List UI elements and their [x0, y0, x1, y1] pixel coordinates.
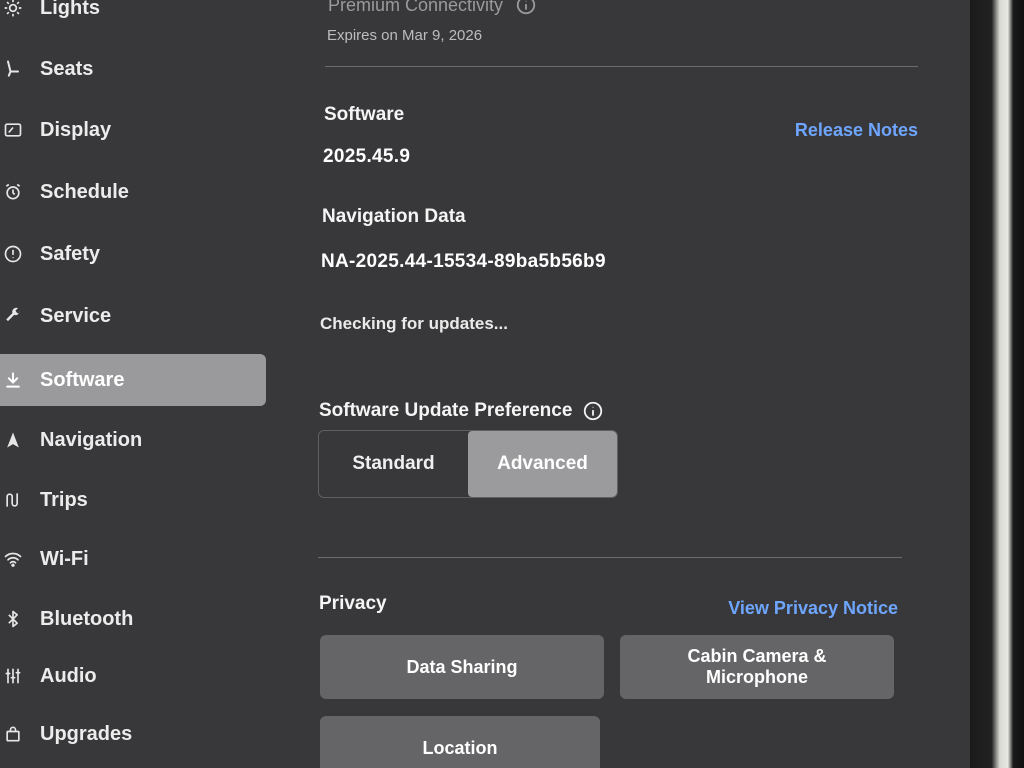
update-status: Checking for updates...: [320, 314, 508, 333]
sidebar-item-label: Lights: [40, 0, 100, 19]
download-icon: [2, 369, 24, 391]
sidebar-item-wifi[interactable]: Wi-Fi: [0, 533, 266, 585]
sidebar-item-label: Audio: [40, 664, 97, 687]
connectivity-expiry: Expires on Mar 9, 2026: [327, 27, 483, 44]
sidebar-item-seats[interactable]: Seats: [0, 43, 266, 95]
sidebar-item-upgrades[interactable]: Upgrades: [0, 708, 266, 760]
sidebar-item-label: Seats: [40, 57, 94, 80]
sidebar-item-safety[interactable]: Safety: [0, 228, 266, 280]
navigation-data-heading: Navigation Data: [322, 206, 466, 227]
sidebar-item-schedule[interactable]: Schedule: [0, 166, 266, 218]
location-button[interactable]: Location: [320, 716, 600, 768]
sidebar-item-audio[interactable]: Audio: [0, 650, 266, 702]
software-version: 2025.45.9: [323, 146, 411, 167]
sidebar-item-display[interactable]: Display: [0, 104, 266, 156]
sidebar-item-service[interactable]: Service: [0, 290, 266, 342]
view-privacy-notice-link[interactable]: View Privacy Notice: [728, 598, 898, 619]
alert-circle-icon: [2, 243, 24, 265]
sidebar-item-label: Software: [40, 368, 125, 391]
software-panel: Premium Connectivity Expires on Mar 9, 2…: [318, 0, 918, 768]
advanced-option[interactable]: Advanced: [468, 431, 617, 497]
sidebar-item-software[interactable]: Software: [0, 354, 266, 406]
info-icon[interactable]: [582, 400, 604, 422]
release-notes-link[interactable]: Release Notes: [795, 120, 918, 141]
shopping-bag-icon: [2, 723, 24, 745]
standard-option[interactable]: Standard: [319, 431, 468, 497]
wifi-icon: [2, 548, 24, 570]
data-sharing-button[interactable]: Data Sharing: [320, 635, 604, 699]
update-preference-header: Software Update Preference: [319, 400, 604, 422]
sidebar-item-bluetooth[interactable]: Bluetooth: [0, 593, 266, 645]
bluetooth-icon: [2, 608, 24, 630]
sidebar-item-trips[interactable]: Trips: [0, 474, 266, 526]
sidebar-item-label: Upgrades: [40, 722, 133, 745]
trips-icon: [2, 489, 24, 511]
seat-icon: [2, 58, 24, 80]
alarm-clock-icon: [2, 181, 24, 203]
section-divider: [318, 557, 902, 558]
sidebar-item-label: Wi-Fi: [40, 547, 89, 570]
connectivity-header: Premium Connectivity: [328, 0, 537, 16]
update-preference-toggle: Standard Advanced: [318, 430, 618, 498]
software-heading: Software: [324, 104, 405, 125]
privacy-heading: Privacy: [319, 593, 387, 614]
sidebar-item-label: Display: [40, 118, 112, 141]
settings-sidebar: Lights Seats Display Schedule Safety Ser…: [0, 0, 280, 768]
connectivity-title: Premium Connectivity: [328, 0, 504, 15]
cabin-camera-microphone-button[interactable]: Cabin Camera & Microphone: [620, 635, 894, 699]
info-icon[interactable]: [515, 0, 537, 16]
screen-bezel: [970, 0, 1024, 768]
update-preference-heading: Software Update Preference: [319, 400, 573, 421]
audio-sliders-icon: [2, 665, 24, 687]
sidebar-item-lights[interactable]: Lights: [0, 0, 266, 34]
display-icon: [2, 119, 24, 141]
sidebar-item-navigation[interactable]: Navigation: [0, 414, 266, 466]
sidebar-item-label: Schedule: [40, 180, 129, 203]
settings-screen: Lights Seats Display Schedule Safety Ser…: [0, 0, 970, 768]
sidebar-item-label: Service: [40, 304, 112, 327]
sidebar-item-label: Navigation: [40, 428, 143, 451]
sidebar-item-label: Bluetooth: [40, 607, 134, 630]
sidebar-item-label: Safety: [40, 242, 101, 265]
sun-icon: [2, 0, 24, 19]
navigation-data-version: NA-2025.44-15534-89ba5b56b9: [321, 251, 606, 272]
wrench-icon: [2, 305, 24, 327]
navigation-arrow-icon: [2, 429, 24, 451]
sidebar-item-label: Trips: [40, 488, 88, 511]
section-divider: [325, 66, 918, 67]
